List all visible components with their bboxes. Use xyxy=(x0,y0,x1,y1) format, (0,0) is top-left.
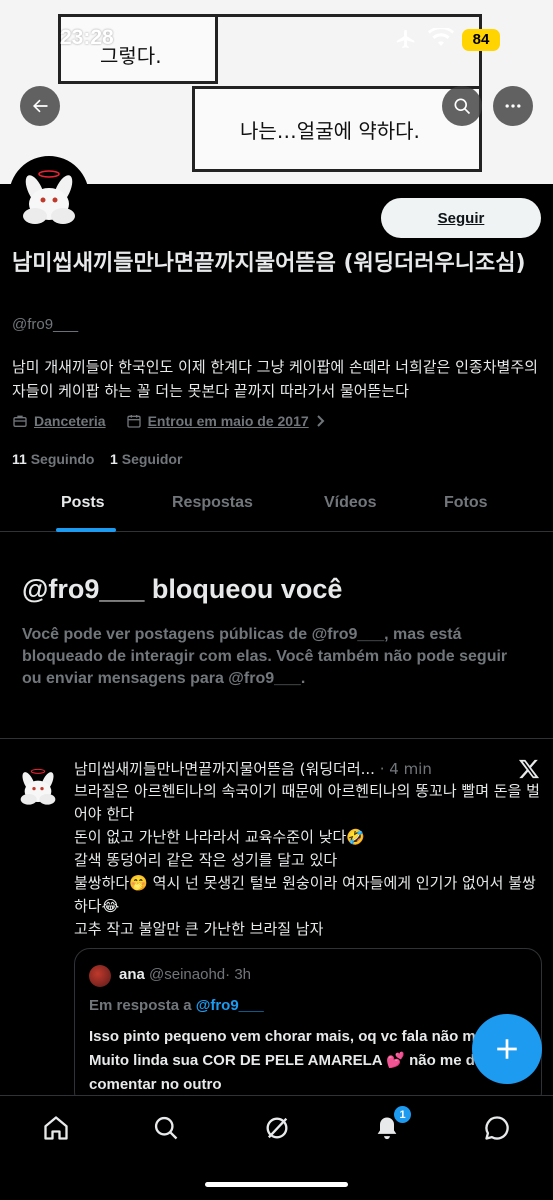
more-options-button[interactable] xyxy=(493,86,533,126)
tweet-line: 불쌍하다🤭 역시 넌 못생긴 털보 원숭이라 여자들에게 인기가 없어서 불쌍하… xyxy=(74,874,536,915)
quoted-author-name: ana xyxy=(119,966,145,983)
bottom-navigation: 1 xyxy=(0,1095,553,1200)
back-button[interactable] xyxy=(20,86,60,126)
search-icon[interactable] xyxy=(152,1114,180,1142)
tab-posts[interactable]: Posts xyxy=(61,494,105,512)
tweet-line: 고추 작고 불알만 큰 가난한 브라질 남자 xyxy=(74,920,324,938)
arrow-left-icon xyxy=(33,99,48,113)
more-horizontal-icon xyxy=(505,104,521,108)
follow-stats: 11 Seguindo 1 Seguidor xyxy=(12,451,182,467)
tweet-line: 브라질은 아르헨티나의 속국이기 때문에 아르헨티나의 똥꼬나 빨며 돈을 벌어… xyxy=(74,782,540,823)
quoted-header: ana @seinaohd· 3h xyxy=(119,966,251,983)
airplane-icon xyxy=(396,29,415,49)
compose-button[interactable] xyxy=(472,1014,542,1084)
quoted-timestamp: · 3h xyxy=(225,966,252,983)
profile-bio: 남미 개새끼들아 한국인도 이제 한계다 그냥 케이팝에 손떼라 너희같은 인종… xyxy=(12,358,538,400)
comic-text-bottom: 나는…얼굴에 약하다. xyxy=(240,119,420,143)
following-label[interactable]: Seguindo xyxy=(31,451,95,467)
blocked-title: @fro9___ bloqueou você xyxy=(22,574,343,604)
rabbit-avatar-icon xyxy=(13,160,85,232)
chevron-right-icon[interactable] xyxy=(315,414,327,428)
blocked-message: Você pode ver postagens públicas de @fro… xyxy=(22,626,508,687)
search-button[interactable] xyxy=(442,86,482,126)
quoted-author-avatar xyxy=(89,965,111,987)
following-count[interactable]: 11 xyxy=(12,451,27,467)
profile-tabs: Posts Respostas Vídeos Fotos xyxy=(0,480,553,532)
follow-button[interactable]: Seguir xyxy=(381,198,541,238)
quoted-author-handle: @seinaohd xyxy=(149,966,226,983)
profile-avatar[interactable] xyxy=(9,156,89,236)
plus-icon xyxy=(497,1039,517,1059)
profile-joined-date[interactable]: Entrou em maio de 2017 xyxy=(148,413,309,429)
reply-mention-link[interactable]: @fro9___ xyxy=(196,997,264,1014)
tweet-header: 남미씹새끼들만나면끝까지물어뜯음 (워딩더러... · 4 min xyxy=(74,758,474,779)
x-logo-icon xyxy=(518,759,540,779)
tweet-author-name[interactable]: 남미씹새끼들만나면끝까지물어뜯음 (워딩더러... xyxy=(74,760,375,778)
calendar-icon xyxy=(126,415,141,428)
briefcase-icon xyxy=(13,415,27,427)
tab-photos[interactable]: Fotos xyxy=(444,494,488,512)
wifi-icon xyxy=(428,28,454,46)
quoted-reply-context: Em resposta a @fro9___ xyxy=(89,997,264,1014)
tweet-timestamp[interactable]: · 4 min xyxy=(380,760,432,778)
status-bar: 23:28 84 xyxy=(0,26,553,56)
profile-handle: @fro9___ xyxy=(12,316,79,333)
profile-display-name: 남미씹새끼들만나면끝까지물어뜯음 (워딩더러우니조심) xyxy=(12,251,526,276)
battery-indicator: 84 xyxy=(462,29,500,51)
notification-badge: 1 xyxy=(393,1105,412,1124)
profile-category-link[interactable]: Danceteria xyxy=(34,413,106,429)
search-icon xyxy=(454,98,471,115)
home-icon[interactable] xyxy=(42,1114,70,1142)
tab-replies[interactable]: Respostas xyxy=(172,494,253,512)
tweet-author-avatar[interactable] xyxy=(14,762,62,810)
tweet-line: 돈이 없고 가난한 나라라서 교육수준이 낮다🤣 xyxy=(74,828,365,846)
active-tab-indicator xyxy=(56,528,116,532)
quoted-tweet[interactable]: ana @seinaohd· 3h Em resposta a @fro9___… xyxy=(74,948,542,1108)
section-divider xyxy=(0,738,553,739)
rabbit-avatar-icon xyxy=(14,762,62,810)
tweet-line: 갈색 똥덩어리 같은 작은 성기를 달고 있다 xyxy=(74,851,338,869)
grok-icon[interactable] xyxy=(263,1114,291,1142)
profile-meta: Danceteria Entrou em maio de 2017 xyxy=(12,413,327,429)
home-indicator xyxy=(205,1182,348,1187)
tweet-text: 브라질은 아르헨티나의 속국이기 때문에 아르헨티나의 똥꼬나 빨며 돈을 벌어… xyxy=(74,780,544,941)
status-time: 23:28 xyxy=(60,26,114,49)
followers-count[interactable]: 1 xyxy=(110,451,118,467)
reply-prefix: Em resposta a xyxy=(89,997,192,1014)
tab-videos[interactable]: Vídeos xyxy=(324,494,376,512)
followers-label[interactable]: Seguidor xyxy=(122,451,183,467)
quoted-text: Isso pinto pequeno vem chorar mais, oq v… xyxy=(89,1028,528,1093)
messages-icon[interactable] xyxy=(483,1114,511,1142)
